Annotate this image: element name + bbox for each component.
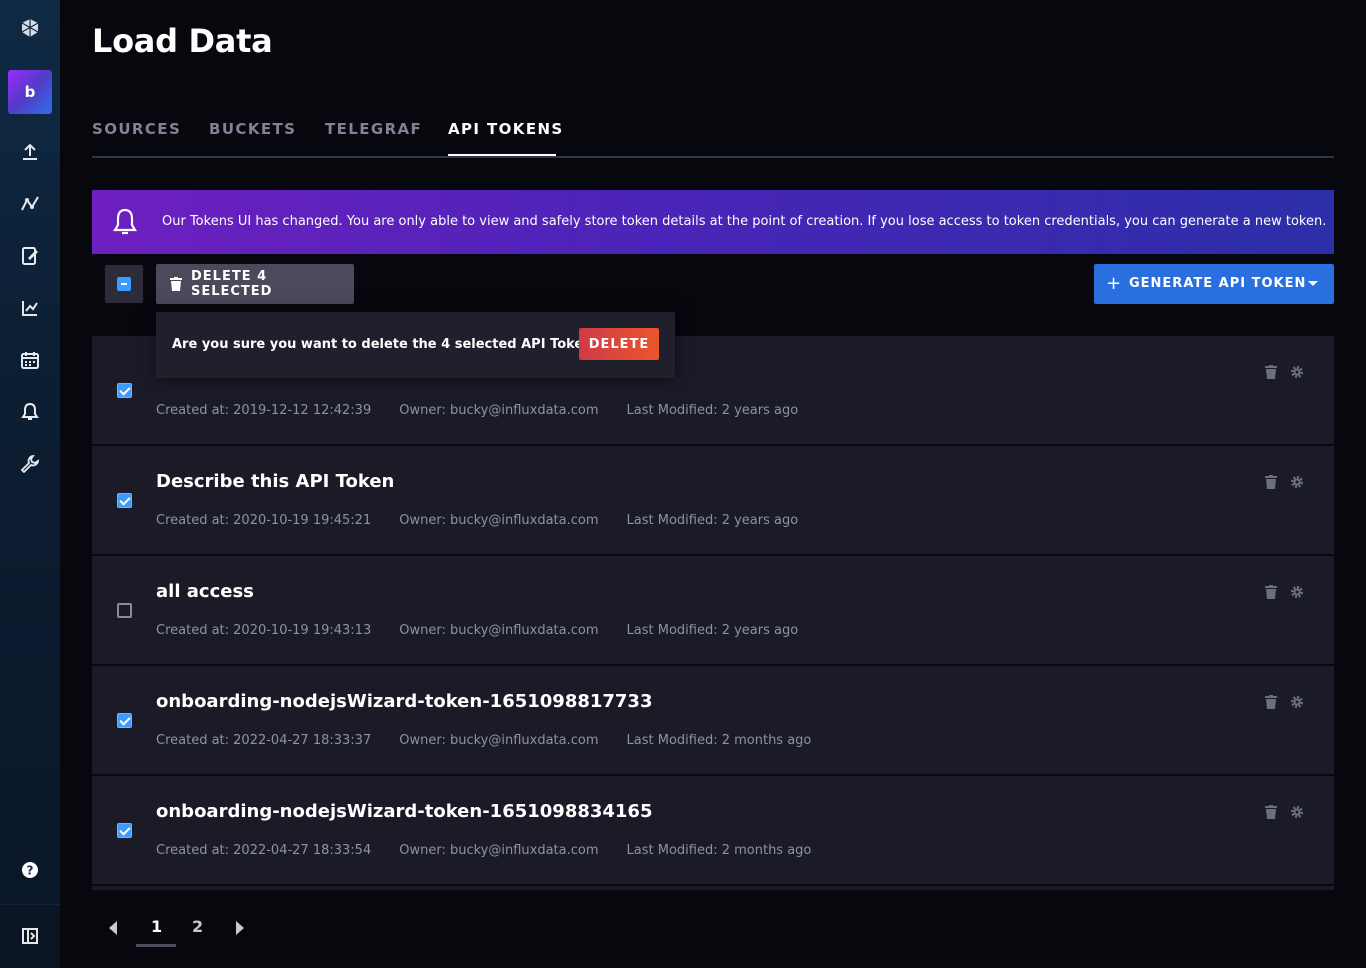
token-modified: Last Modified: 2 years ago bbox=[626, 623, 799, 638]
trash-icon bbox=[170, 277, 182, 291]
tab-buckets[interactable]: BUCKETS bbox=[209, 120, 296, 138]
delete-confirm-message: Are you sure you want to delete the 4 se… bbox=[172, 337, 620, 352]
token-meta: Created at: 2019-12-12 12:42:39 Owner: bu… bbox=[156, 403, 826, 418]
token-name[interactable]: onboarding-nodejsWizard-token-1651098834… bbox=[156, 801, 653, 822]
token-name[interactable]: onboarding-nodejsWizard-token-1651098817… bbox=[156, 691, 653, 712]
token-created: Created at: 2022-04-27 18:33:37 bbox=[156, 733, 372, 748]
row-checkbox[interactable] bbox=[117, 823, 132, 838]
page-2-button[interactable]: 2 bbox=[192, 917, 203, 936]
bell-icon bbox=[113, 208, 137, 235]
gear-icon[interactable] bbox=[1290, 585, 1304, 599]
org-initial: b bbox=[24, 83, 36, 101]
indeterminate-check-icon bbox=[117, 277, 131, 291]
token-row-partial bbox=[92, 886, 1334, 890]
token-owner: Owner: bucky@influxdata.com bbox=[399, 403, 599, 418]
calendar-icon[interactable] bbox=[0, 340, 60, 380]
gear-icon[interactable] bbox=[1290, 805, 1304, 819]
delete-selected-button[interactable]: DELETE 4 SELECTED bbox=[156, 264, 354, 304]
token-row: onboarding-nodejsWizard-token-1651098834… bbox=[92, 776, 1334, 884]
trash-icon[interactable] bbox=[1264, 475, 1278, 489]
gear-icon[interactable] bbox=[1290, 695, 1304, 709]
page-1-button[interactable]: 1 bbox=[151, 917, 162, 936]
row-checkbox[interactable] bbox=[117, 713, 132, 728]
row-checkbox[interactable] bbox=[117, 383, 132, 398]
active-tab-indicator bbox=[448, 154, 556, 156]
chevron-down-icon[interactable] bbox=[1308, 281, 1318, 286]
tab-api-tokens[interactable]: API TOKENS bbox=[448, 120, 564, 138]
org-switcher-button[interactable]: b bbox=[8, 70, 52, 114]
plus-icon: + bbox=[1106, 273, 1123, 294]
token-row: Describe this API Token Created at: 2020… bbox=[92, 446, 1334, 554]
svg-text:?: ? bbox=[27, 864, 34, 878]
trash-icon[interactable] bbox=[1264, 805, 1278, 819]
generate-api-token-button[interactable]: + GENERATE API TOKEN bbox=[1094, 264, 1334, 304]
active-page-indicator bbox=[136, 944, 176, 947]
gear-icon[interactable] bbox=[1290, 365, 1304, 379]
row-checkbox[interactable] bbox=[117, 603, 132, 618]
chevron-left-icon[interactable] bbox=[109, 921, 117, 935]
info-banner: Our Tokens UI has changed. You are only … bbox=[92, 190, 1334, 254]
token-modified: Last Modified: 2 years ago bbox=[626, 513, 799, 528]
generate-api-token-label: GENERATE API TOKEN bbox=[1129, 276, 1307, 291]
token-owner: Owner: bucky@influxdata.com bbox=[399, 623, 599, 638]
token-modified: Last Modified: 2 months ago bbox=[626, 733, 812, 748]
tab-telegraf[interactable]: TELEGRAF bbox=[325, 120, 422, 138]
trash-icon[interactable] bbox=[1264, 695, 1278, 709]
help-icon[interactable]: ? bbox=[0, 850, 60, 890]
token-row: all access Created at: 2020-10-19 19:43:… bbox=[92, 556, 1334, 664]
pagination: 1 2 bbox=[92, 906, 292, 950]
delete-selected-label: DELETE 4 SELECTED bbox=[190, 269, 273, 299]
notebook-edit-icon[interactable] bbox=[0, 236, 60, 276]
token-meta: Created at: 2020-10-19 19:43:13 Owner: bu… bbox=[156, 623, 826, 638]
token-created: Created at: 2020-10-19 19:43:13 bbox=[156, 623, 372, 638]
token-owner: Owner: bucky@influxdata.com bbox=[399, 733, 599, 748]
token-meta: Created at: 2020-10-19 19:45:21 Owner: bu… bbox=[156, 513, 826, 528]
upload-icon[interactable] bbox=[0, 132, 60, 172]
token-owner: Owner: bucky@influxdata.com bbox=[399, 513, 599, 528]
collapse-sidebar-icon[interactable] bbox=[0, 916, 60, 956]
graph-line-icon[interactable] bbox=[0, 184, 60, 224]
token-modified: Last Modified: 2 years ago bbox=[626, 403, 799, 418]
wrench-icon[interactable] bbox=[0, 444, 60, 484]
page-title: Load Data bbox=[92, 22, 273, 60]
sidebar: b ? bbox=[0, 0, 60, 968]
token-meta: Created at: 2022-04-27 18:33:54 Owner: bu… bbox=[156, 843, 839, 858]
token-created: Created at: 2020-10-19 19:45:21 bbox=[156, 513, 372, 528]
token-created: Created at: 2019-12-12 12:42:39 bbox=[156, 403, 372, 418]
token-meta: Created at: 2022-04-27 18:33:37 Owner: bu… bbox=[156, 733, 839, 748]
chart-icon[interactable] bbox=[0, 288, 60, 328]
banner-message: Our Tokens UI has changed. You are only … bbox=[162, 214, 1327, 229]
chevron-right-icon[interactable] bbox=[236, 921, 244, 935]
influx-logo-icon[interactable] bbox=[0, 8, 60, 48]
select-all-checkbox[interactable] bbox=[105, 265, 143, 303]
gear-icon[interactable] bbox=[1290, 475, 1304, 489]
token-modified: Last Modified: 2 months ago bbox=[626, 843, 812, 858]
confirm-delete-button[interactable]: DELETE bbox=[579, 328, 659, 360]
tab-sources[interactable]: SOURCES bbox=[92, 120, 181, 138]
token-row: onboarding-nodejsWizard-token-1651098817… bbox=[92, 666, 1334, 774]
token-list: Describe this API Token Created at: 2019… bbox=[92, 336, 1334, 890]
token-name[interactable]: all access bbox=[156, 581, 254, 602]
token-name[interactable]: Describe this API Token bbox=[156, 471, 394, 492]
trash-icon[interactable] bbox=[1264, 365, 1278, 379]
row-checkbox[interactable] bbox=[117, 493, 132, 508]
token-owner: Owner: bucky@influxdata.com bbox=[399, 843, 599, 858]
tab-bar: SOURCES BUCKETS TELEGRAF API TOKENS bbox=[92, 112, 1334, 158]
trash-icon[interactable] bbox=[1264, 585, 1278, 599]
delete-confirm-popover: Are you sure you want to delete the 4 se… bbox=[156, 312, 675, 378]
token-created: Created at: 2022-04-27 18:33:54 bbox=[156, 843, 372, 858]
bell-icon[interactable] bbox=[0, 392, 60, 432]
